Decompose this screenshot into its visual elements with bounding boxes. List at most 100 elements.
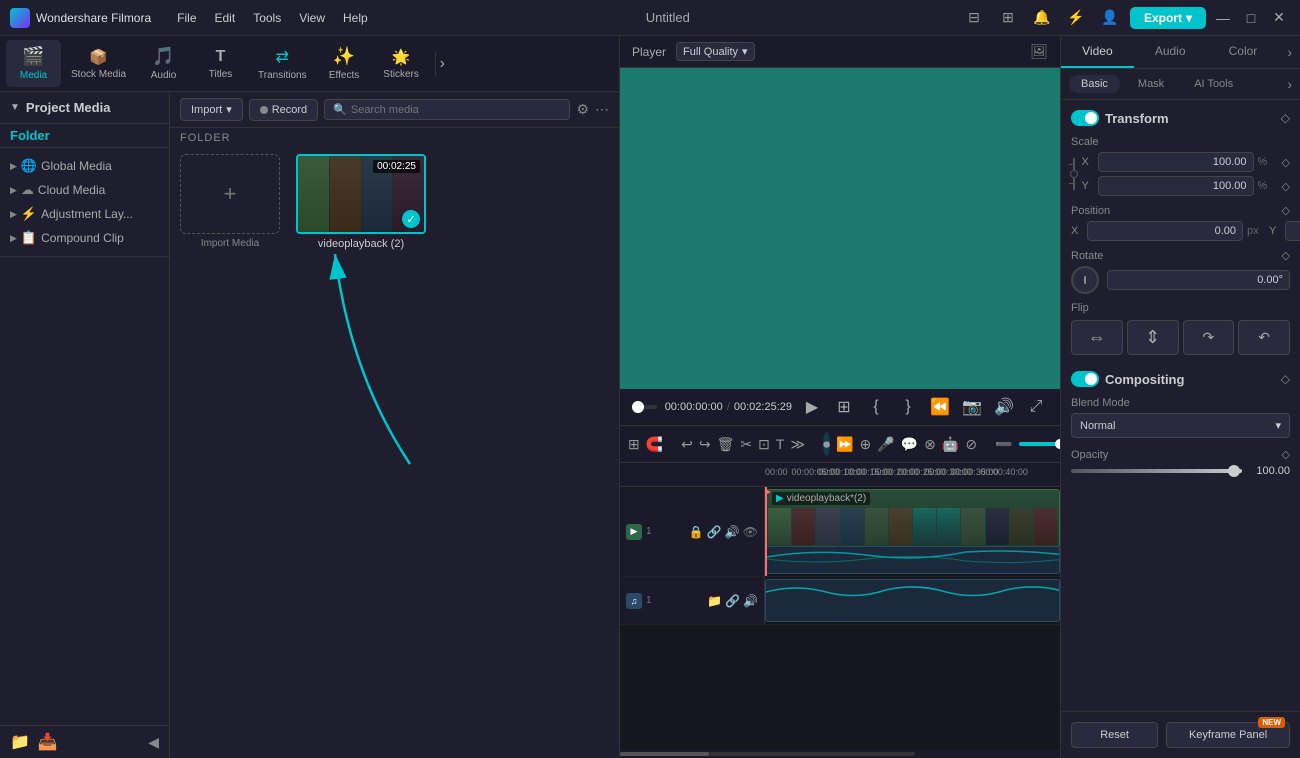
flip-horizontal-button[interactable]: ⇔ [1071,320,1123,355]
import-button[interactable]: Import ▾ [180,98,243,121]
mark-in-button[interactable]: { [864,395,888,419]
tree-item-compound-clip[interactable]: ▶ 📋 Compound Clip [4,226,165,250]
timeline-speed-icon[interactable]: ⏩ [836,432,853,456]
menu-file[interactable]: File [169,8,204,28]
timeline-effect-icon[interactable]: ⊗ [924,432,936,456]
audio-track-icon-1[interactable]: 📁 [707,594,722,608]
snapshot-button[interactable]: 📷 [960,395,984,419]
scale-x-keyframe[interactable]: ◇ [1282,156,1290,169]
position-keyframe-diamond[interactable]: ◇ [1282,204,1290,217]
opacity-keyframe-diamond[interactable]: ◇ [1282,448,1290,461]
subtab-ai-tools[interactable]: AI Tools [1182,75,1245,93]
keyframe-panel-button[interactable]: Keyframe Panel NEW [1166,722,1290,748]
timeline-cut-icon[interactable]: ✂ [740,432,752,456]
track-volume-icon[interactable]: 🔊 [725,525,740,539]
timeline-scroll-track[interactable] [620,752,915,756]
scale-x-input[interactable] [1098,152,1254,172]
prev-frame-button[interactable]: ⏪ [928,395,952,419]
menu-view[interactable]: View [291,8,333,28]
tab-effects[interactable]: ✨ Effects [317,40,372,87]
timeline-more-icon[interactable]: ≫ [790,432,805,456]
titlebar-icon-2[interactable]: ⊞ [994,8,1022,28]
play-button[interactable]: ▶ [800,395,824,419]
fullscreen-button[interactable]: ⤢ [1024,395,1048,419]
tree-item-adjustment-layer[interactable]: ▶ ⚡ Adjustment Lay... [4,202,165,226]
tab-media[interactable]: 🎬 Media [6,40,61,87]
timeline-minus-icon[interactable]: ➖ [995,432,1012,456]
timeline-voiceover-icon[interactable]: 🎤 [877,432,894,456]
rotate-keyframe-diamond[interactable]: ◇ [1282,249,1290,262]
record-button[interactable]: Record [249,99,318,121]
volume-bar[interactable] [1019,442,1061,446]
search-input[interactable] [351,104,562,116]
toolbar-more-button[interactable]: › [435,51,449,77]
loop-button[interactable]: ⊞ [832,395,856,419]
folder-label[interactable]: Folder [10,128,50,143]
menu-tools[interactable]: Tools [245,8,289,28]
track-link-icon[interactable]: 🔗 [707,525,722,539]
rotate-dial[interactable] [1071,266,1099,294]
track-eye-icon[interactable]: 👁 [743,525,758,539]
transform-toggle[interactable] [1071,110,1099,126]
timeline-undo-icon[interactable]: ↩ [681,432,693,456]
tree-item-global-media[interactable]: ▶ 🌐 Global Media [4,154,165,178]
mark-out-button[interactable]: } [896,395,920,419]
timeline-ai-icon[interactable]: 🤖 [942,432,959,456]
audio-only-clip[interactable] [765,579,1060,622]
titlebar-icon-5[interactable]: 👤 [1096,8,1124,28]
add-folder-icon[interactable]: 📁 [10,732,30,752]
titlebar-icon-4[interactable]: ⚡ [1062,8,1090,28]
tab-color[interactable]: Color [1207,36,1280,68]
tree-item-cloud-media[interactable]: ▶ ☁ Cloud Media [4,178,165,202]
position-y-input[interactable] [1285,221,1300,241]
audio-track-volume-icon[interactable]: 🔊 [743,594,758,608]
flip-counterclockwise-button[interactable]: ↶ [1238,320,1290,355]
timeline-delete-icon[interactable]: 🗑 [717,432,735,456]
titlebar-icon-1[interactable]: ⊟ [960,8,988,28]
quality-selector[interactable]: Full Quality ▾ [676,42,755,61]
flip-clockwise-button[interactable]: ↷ [1183,320,1235,355]
blend-mode-selector[interactable]: Normal ▾ [1071,413,1290,438]
tab-stock-media[interactable]: 📦 Stock Media [63,42,134,86]
timeline-magnet-icon[interactable]: 🧲 [646,432,663,456]
track-lock-icon[interactable]: 🔒 [689,525,704,539]
flip-vertical-button[interactable]: ⇕ [1127,320,1179,355]
timeline-scroll-thumb[interactable] [620,752,709,756]
titlebar-icon-3[interactable]: 🔔 [1028,8,1056,28]
menu-help[interactable]: Help [335,8,376,28]
more-options-icon[interactable]: ⋯ [595,101,609,118]
tab-audio[interactable]: Audio [1134,36,1207,68]
position-x-input[interactable] [1087,221,1243,241]
timeline-text-icon[interactable]: T [776,432,785,456]
tab-video[interactable]: Video [1061,36,1134,68]
audio-track-icon-2[interactable]: 🔗 [725,594,740,608]
timeline-playhead-icon[interactable]: ⏺ [823,432,830,456]
close-button[interactable]: ✕ [1268,7,1290,29]
tab-transitions[interactable]: ⇄ Transitions [250,41,315,87]
tab-titles[interactable]: T Titles [193,42,248,86]
filter-icon[interactable]: ⚙ [576,101,589,118]
compositing-toggle[interactable] [1071,371,1099,387]
subtab-more-icon[interactable]: › [1287,75,1292,93]
tab-stickers[interactable]: 🌟 Stickers [374,42,429,86]
menu-edit[interactable]: Edit [207,8,244,28]
scale-y-input[interactable] [1098,176,1254,196]
volume-button[interactable]: 🔊 [992,395,1016,419]
export-button[interactable]: Export ▾ [1130,7,1206,29]
import-icon[interactable]: 📥 [38,732,58,752]
opacity-slider[interactable] [1071,469,1242,473]
timeline-crop-icon[interactable]: ⊡ [758,432,770,456]
player-options-icon[interactable]: 🖼 [1030,43,1048,60]
right-panel-more-icon[interactable]: › [1279,36,1300,68]
import-media-placeholder[interactable]: + [180,154,280,234]
media-thumbnail-videoplayback[interactable]: 00:02:25 ✓ videoplayback (2) [296,154,426,250]
timeline-redo-icon[interactable]: ↪ [699,432,711,456]
tab-audio[interactable]: 🎵 Audio [136,40,191,87]
subtab-basic[interactable]: Basic [1069,75,1120,93]
scale-y-keyframe[interactable]: ◇ [1282,180,1290,193]
compositing-keyframe-diamond[interactable]: ◇ [1281,372,1290,386]
video-clip[interactable]: ▶ videoplayback*(2) [765,489,1060,548]
subtab-mask[interactable]: Mask [1126,75,1176,93]
collapse-panel-icon[interactable]: ◀ [148,734,159,751]
transform-keyframe-diamond[interactable]: ◇ [1281,111,1290,125]
